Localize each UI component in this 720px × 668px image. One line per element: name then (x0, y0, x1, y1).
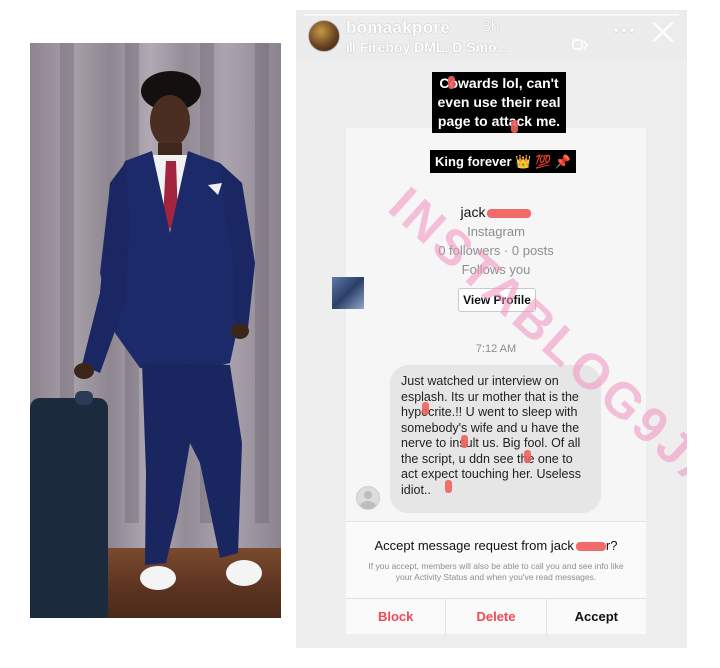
story-caption-secondary: King forever 👑 💯 📌 (430, 150, 576, 173)
accept-request-title: Accept message request from jack r? (374, 538, 618, 553)
story-username[interactable]: bomaakpore (346, 18, 450, 38)
accept-request-info: If you accept, members will also be able… (368, 561, 624, 582)
profile-name[interactable]: jack (346, 204, 646, 220)
message-bubble: Just watched ur interview on esplash. It… (390, 365, 601, 513)
redaction-mark (422, 402, 429, 415)
avatar[interactable] (308, 20, 340, 52)
music-link-icon[interactable] (572, 38, 592, 54)
more-options-icon[interactable] (614, 24, 638, 36)
story-progress-bar (304, 14, 679, 16)
request-actions: Block Delete Accept (346, 598, 646, 635)
redaction-mark (448, 76, 455, 89)
instagram-story: bomaakpore 3h ıll Fireboy DML, D Smo... j… (296, 10, 687, 648)
redaction-mark (511, 120, 518, 133)
close-icon[interactable] (650, 19, 676, 45)
man-in-suit-figure (74, 71, 262, 590)
message-time: 7:12 AM (475, 343, 517, 355)
accept-button[interactable]: Accept (547, 599, 646, 635)
redaction-mark (524, 450, 531, 463)
sender-avatar-icon[interactable] (356, 486, 380, 510)
redaction-mark (445, 480, 452, 493)
dm-screenshot-card: jack Instagram 0 followers · 0 posts Fol… (346, 128, 646, 635)
view-profile-button[interactable]: View Profile (458, 288, 536, 312)
delete-button[interactable]: Delete (446, 599, 547, 635)
block-button[interactable]: Block (346, 599, 447, 635)
redaction-mark (575, 542, 606, 552)
profile-stats: 0 followers · 0 posts (438, 243, 554, 258)
contact-thumbnail[interactable] (332, 277, 364, 309)
story-time: 3h (482, 18, 500, 35)
message-request-panel: Accept message request from jack r? If yo… (346, 521, 646, 635)
portrait-photo (30, 43, 281, 618)
music-text: Fireboy DML, D Smo... (359, 39, 509, 55)
redaction-mark (461, 435, 468, 448)
redaction-mark (487, 208, 532, 218)
story-music[interactable]: ıll Fireboy DML, D Smo... (346, 39, 508, 55)
music-bars-icon: ıll (346, 39, 356, 55)
profile-platform: Instagram (467, 224, 525, 239)
profile-relation: Follows you (461, 262, 531, 277)
